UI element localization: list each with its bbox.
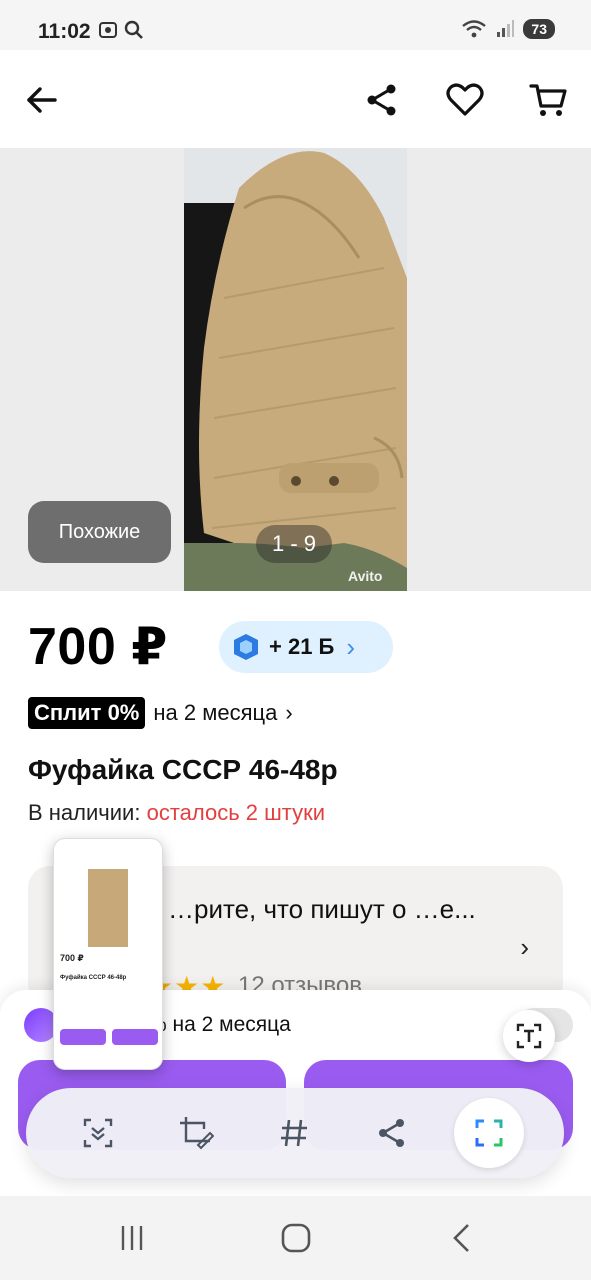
thumbnail-photo [88, 869, 128, 947]
status-time: 11:02 [38, 20, 91, 43]
bonus-text: + 21 Б [269, 634, 335, 659]
hashtag-icon [281, 1119, 307, 1147]
home-button[interactable] [274, 1218, 318, 1258]
app-header [0, 50, 591, 148]
recents-button[interactable] [110, 1218, 154, 1258]
arrow-left-icon [27, 87, 57, 113]
screenshot-icon [99, 22, 117, 38]
thumbnail-price: 700 ₽ [60, 953, 84, 963]
chevron-right-icon: › [285, 700, 293, 725]
extract-text-button[interactable] [503, 1010, 555, 1062]
crop-edit-icon [180, 1117, 214, 1150]
share-icon [379, 1119, 404, 1147]
photo-gallery[interactable]: Похожие 1 - 9 Avito [0, 148, 591, 591]
battery-indicator: 73 [523, 19, 555, 39]
stock-status: В наличии: осталось 2 штуки [28, 800, 325, 826]
sheet-split-text: % на 2 месяца [148, 1013, 291, 1036]
back-nav-button[interactable] [440, 1218, 484, 1258]
back-button[interactable] [20, 78, 64, 122]
status-icons-right: 73 [461, 19, 555, 39]
scroll-capture-button[interactable] [68, 1103, 128, 1163]
cart-icon [529, 84, 567, 116]
hashtag-button[interactable] [264, 1103, 324, 1163]
thumbnail-buy-button [60, 1029, 106, 1045]
reviews-title: …рите, что пишут о …е... [168, 894, 476, 924]
stock-label: В наличии: [28, 800, 141, 825]
split-badge: Сплит 0% [28, 697, 146, 729]
heart-icon [446, 83, 484, 116]
share-button[interactable] [360, 78, 404, 122]
split-text: на 2 месяца [153, 700, 278, 725]
search-icon [124, 20, 143, 39]
chevron-left-icon [453, 1224, 469, 1252]
screenshot-thumbnail[interactable]: 700 ₽ Фуфайка СССР 46-48р [53, 838, 163, 1070]
price: 700 ₽ [28, 618, 168, 676]
split-row[interactable]: Сплит 0% на 2 месяца › [28, 697, 293, 729]
screen: 11:02 73 Похожие 1 - 9 Avito 700 ₽ + 21 … [0, 0, 591, 1280]
chevron-right-icon: › [346, 631, 356, 662]
avito-watermark: Avito [348, 568, 383, 584]
thumbnail-cart-button [112, 1029, 158, 1045]
stock-value: осталось 2 штуки [146, 800, 326, 825]
scroll-capture-icon [83, 1118, 113, 1148]
smart-select-icon [475, 1119, 503, 1147]
thumbnail-title: Фуфайка СССР 46-48р [60, 975, 127, 981]
favorite-button[interactable] [443, 78, 487, 122]
product-title: Фуфайка СССР 46-48р [28, 754, 338, 785]
status-icons-left [98, 20, 144, 40]
photo-counter: 1 - 9 [256, 525, 332, 563]
system-nav-bar [0, 1196, 591, 1280]
screenshot-toolbar [26, 1088, 564, 1178]
share-icon [367, 84, 396, 116]
home-icon [281, 1223, 311, 1253]
status-bar: 11:02 73 [0, 0, 591, 50]
smart-select-button[interactable] [454, 1098, 524, 1168]
cart-button[interactable] [526, 78, 570, 122]
chevron-right-icon: › [520, 932, 529, 962]
toolbar-share-button[interactable] [362, 1103, 422, 1163]
recents-icon [121, 1226, 143, 1250]
text-scan-icon [516, 1023, 542, 1049]
crop-edit-button[interactable] [166, 1103, 226, 1163]
bonus-hex-icon [234, 634, 258, 660]
bonus-button[interactable]: + 21 Б › [219, 621, 393, 673]
wifi-icon [462, 20, 487, 38]
signal-icon [497, 20, 515, 37]
similar-button[interactable]: Похожие [28, 501, 171, 563]
